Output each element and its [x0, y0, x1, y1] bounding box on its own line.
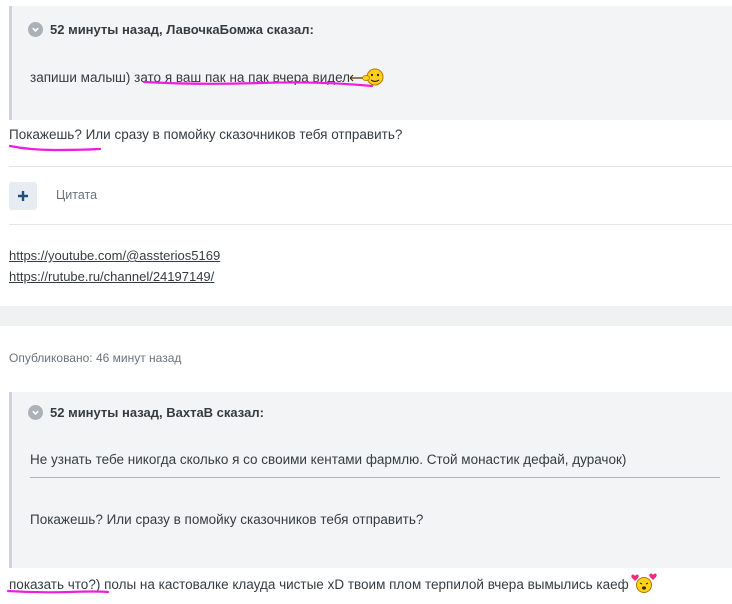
- quote-text-line1: Не узнать тебе никогда сколько я со свои…: [30, 452, 627, 467]
- pointing-smiley-icon: [349, 68, 384, 89]
- plus-icon: [18, 191, 28, 201]
- quote-text: запиши малыш) зато я ваш пак на пак вчер…: [30, 68, 384, 89]
- quote-text-marked: зато я ваш пак на пак вчера видел: [134, 70, 351, 85]
- quote-block: 52 минуты назад, ЛавочкаБомжа сказал: за…: [9, 6, 732, 120]
- add-quote-button[interactable]: [9, 182, 37, 210]
- post-timestamp[interactable]: Опубликовано: 46 минут назад: [9, 351, 181, 365]
- quote-header-text: 52 минуты назад, ЛавочкаБомжа сказал:: [50, 22, 314, 37]
- quote-text-plain: запиши малыш): [30, 70, 135, 85]
- reply-marked: показать что?: [9, 577, 96, 592]
- post-body: показать что?) полы на кастовалке клауда…: [9, 573, 659, 596]
- divider: [9, 224, 732, 225]
- quote-header[interactable]: 52 минуты назад, ЛавочкаБомжа сказал:: [28, 22, 314, 37]
- quote-block: 52 минуты назад, ВахтаВ сказал: Не узнат…: [9, 392, 732, 568]
- post-body: Покажешь? Или сразу в помойку сказочнико…: [9, 127, 402, 142]
- chevron-down-icon[interactable]: [28, 405, 43, 420]
- quote-header[interactable]: 52 минуты назад, ВахтаВ сказал:: [28, 405, 264, 420]
- divider: [9, 166, 732, 167]
- reply-marked: Покажешь?: [9, 127, 82, 142]
- quote-button-label[interactable]: Цитата: [56, 188, 97, 202]
- post-card: 52 минуты назад, ЛавочкаБомжа сказал: за…: [0, 0, 732, 306]
- chevron-down-icon[interactable]: [28, 22, 43, 37]
- quote-header-text: 52 минуты назад, ВахтаВ сказал:: [50, 405, 264, 420]
- signature-link-rutube[interactable]: https://rutube.ru/channel/24197149/: [9, 269, 214, 284]
- signature-link-youtube[interactable]: https://youtube.com/@assterios5169: [9, 248, 220, 263]
- reply-rest: Или сразу в помойку сказочников тебя отп…: [81, 127, 403, 142]
- reply-rest: ) полы на кастовалке клауда чистые xD тв…: [95, 577, 629, 592]
- quote-inner-divider: [30, 477, 720, 478]
- love-smiley-icon: [629, 573, 659, 596]
- quote-text-line2: Покажешь? Или сразу в помойку сказочнико…: [30, 512, 424, 527]
